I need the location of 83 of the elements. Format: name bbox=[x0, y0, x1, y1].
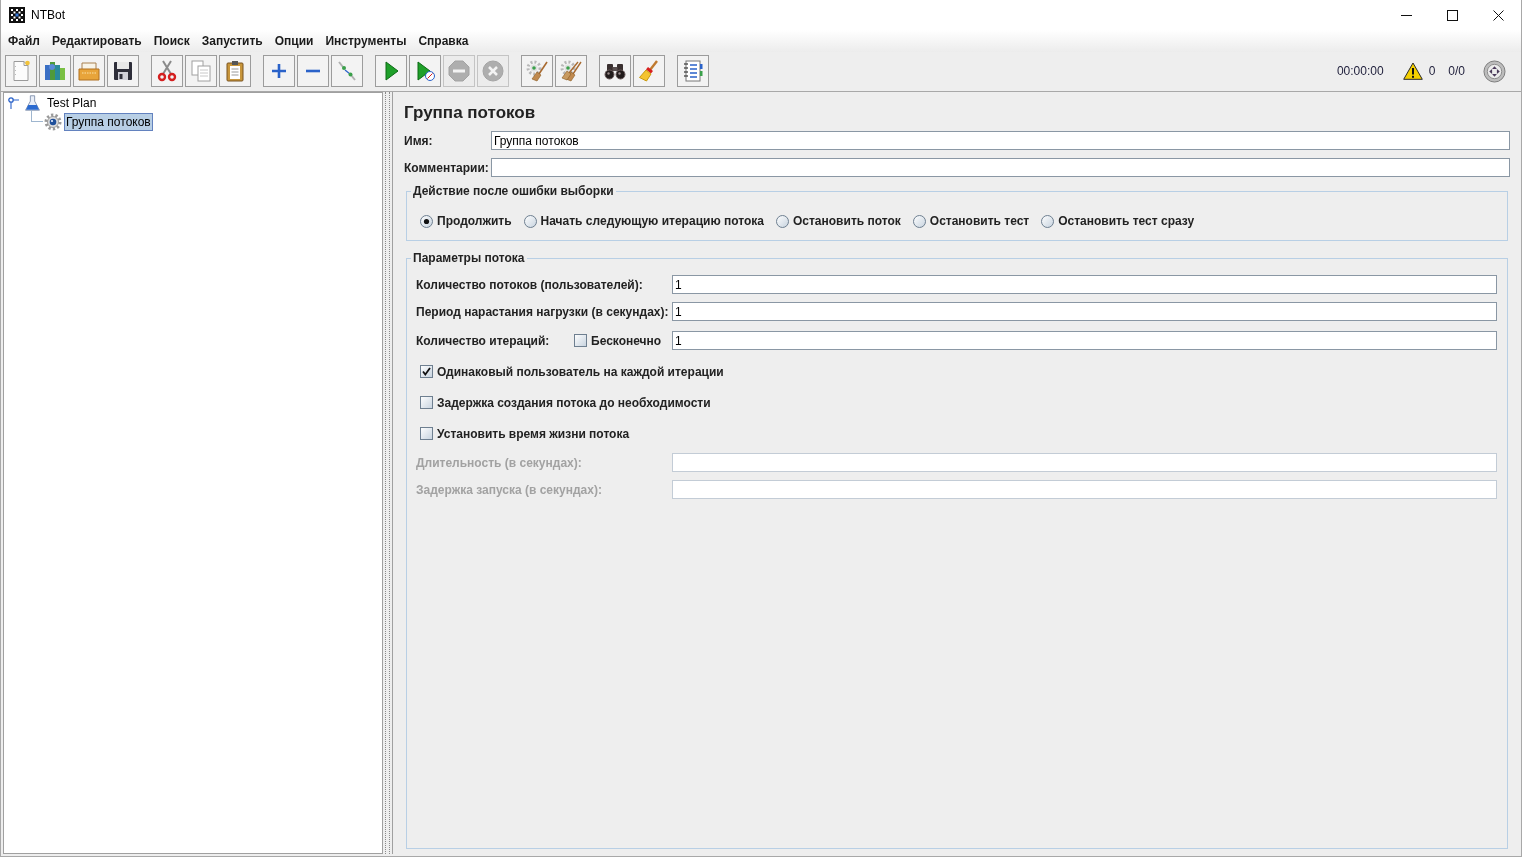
gear-icon bbox=[44, 112, 62, 131]
radio-label: Начать следующую итерацию потока bbox=[540, 213, 764, 230]
minimize-icon bbox=[1400, 14, 1412, 16]
field-label: Длительность (в секундах): bbox=[416, 454, 582, 472]
copy-icon bbox=[189, 59, 213, 83]
x-circle-icon bbox=[481, 59, 505, 83]
warning-count: 0 bbox=[1428, 63, 1436, 80]
clipboard-icon bbox=[223, 59, 247, 83]
field-label: Задержка запуска (в секундах): bbox=[416, 481, 602, 499]
folder-icon bbox=[77, 59, 101, 83]
collapse-button[interactable] bbox=[297, 55, 329, 87]
new-button[interactable] bbox=[5, 55, 37, 87]
field-label: Количество потоков (пользователей): bbox=[416, 276, 643, 294]
maximize-icon bbox=[1446, 9, 1458, 21]
search-button[interactable] bbox=[599, 55, 631, 87]
minus-icon bbox=[305, 69, 321, 73]
clear-button[interactable] bbox=[521, 55, 553, 87]
templates-button[interactable] bbox=[39, 55, 71, 87]
menu-item[interactable]: Справка bbox=[412, 32, 475, 50]
checkbox-label: Бесконечно bbox=[591, 332, 662, 350]
books-icon bbox=[43, 59, 67, 83]
scissors-icon bbox=[155, 59, 179, 83]
comments-field[interactable] bbox=[491, 158, 1510, 177]
checkbox[interactable] bbox=[574, 334, 587, 347]
radio-label: Остановить тест bbox=[929, 213, 1030, 230]
menu-item[interactable]: Запустить bbox=[195, 32, 269, 50]
checkbox[interactable] bbox=[420, 427, 433, 440]
menu-item[interactable]: Редактировать bbox=[45, 32, 148, 50]
number-field[interactable]: 1 bbox=[672, 275, 1497, 294]
checkbox-label: Одинаковый пользователь на каждой итерации bbox=[437, 363, 724, 381]
elapsed-time: 00:00:00 bbox=[1336, 63, 1384, 80]
paste-button[interactable] bbox=[219, 55, 251, 87]
tree-item[interactable]: Группа потоков bbox=[64, 112, 153, 131]
radio-label: Остановить поток bbox=[793, 213, 901, 230]
notebook-icon bbox=[681, 59, 705, 83]
save-button[interactable] bbox=[107, 55, 139, 87]
flask-icon bbox=[25, 94, 40, 111]
menu-item[interactable]: Файл bbox=[2, 32, 46, 50]
group-title: Параметры потока bbox=[412, 250, 526, 267]
radio-button[interactable] bbox=[776, 214, 789, 228]
toggle-button[interactable] bbox=[331, 55, 363, 87]
gear-broom-icon bbox=[525, 59, 549, 83]
number-field[interactable]: 1 bbox=[672, 331, 1497, 350]
arrows-circle-icon bbox=[1483, 59, 1506, 83]
close-icon bbox=[1492, 9, 1504, 21]
radio-label: Остановить тест сразу bbox=[1058, 213, 1195, 230]
tree-item[interactable]: Test Plan bbox=[45, 93, 99, 112]
clear-all-button[interactable] bbox=[555, 55, 587, 87]
name-field[interactable]: Группа потоков bbox=[491, 131, 1510, 150]
menu-item[interactable]: Поиск bbox=[147, 32, 196, 50]
plus-icon bbox=[271, 63, 287, 79]
cut-button[interactable] bbox=[151, 55, 183, 87]
start-button[interactable] bbox=[375, 55, 407, 87]
tree-handle-icon[interactable] bbox=[8, 96, 19, 109]
checkbox[interactable] bbox=[420, 396, 433, 409]
pins-icon bbox=[335, 59, 359, 83]
menu-item[interactable]: Инструменты bbox=[319, 32, 413, 50]
radio-button[interactable] bbox=[523, 214, 537, 228]
start-no-pauses-button[interactable] bbox=[409, 55, 441, 87]
field-label: Количество итераций: bbox=[416, 332, 550, 350]
broom-icon bbox=[637, 59, 661, 83]
menu-item[interactable]: Опции bbox=[268, 32, 320, 50]
field-label: Комментарии: bbox=[404, 159, 489, 177]
number-field[interactable]: 1 bbox=[672, 302, 1497, 321]
warning-icon bbox=[1402, 62, 1423, 80]
radio-button[interactable] bbox=[1041, 214, 1055, 228]
stop-sign-icon bbox=[447, 59, 471, 83]
app-logo-icon bbox=[9, 7, 25, 23]
expand-button[interactable] bbox=[263, 55, 295, 87]
checkbox-label: Установить время жизни потока bbox=[437, 425, 630, 443]
field-label: Имя: bbox=[404, 132, 433, 150]
checkbox[interactable] bbox=[420, 365, 433, 378]
radio-button[interactable] bbox=[420, 214, 433, 228]
radio-label: Продолжить bbox=[437, 213, 512, 230]
window-title: NTBot bbox=[31, 7, 65, 24]
function-helper-button[interactable] bbox=[677, 55, 709, 87]
gear-brooms-icon bbox=[559, 59, 583, 83]
group-title: Действие после ошибки выборки bbox=[412, 183, 615, 200]
field-label: Период нарастания нагрузки (в секундах): bbox=[416, 303, 669, 321]
radio-button[interactable] bbox=[912, 214, 926, 228]
panel-title: Группа потоков bbox=[404, 103, 537, 123]
checkbox-label: Задержка создания потока до необходимости bbox=[437, 394, 711, 412]
thread-count: 0/0 bbox=[1448, 63, 1465, 80]
